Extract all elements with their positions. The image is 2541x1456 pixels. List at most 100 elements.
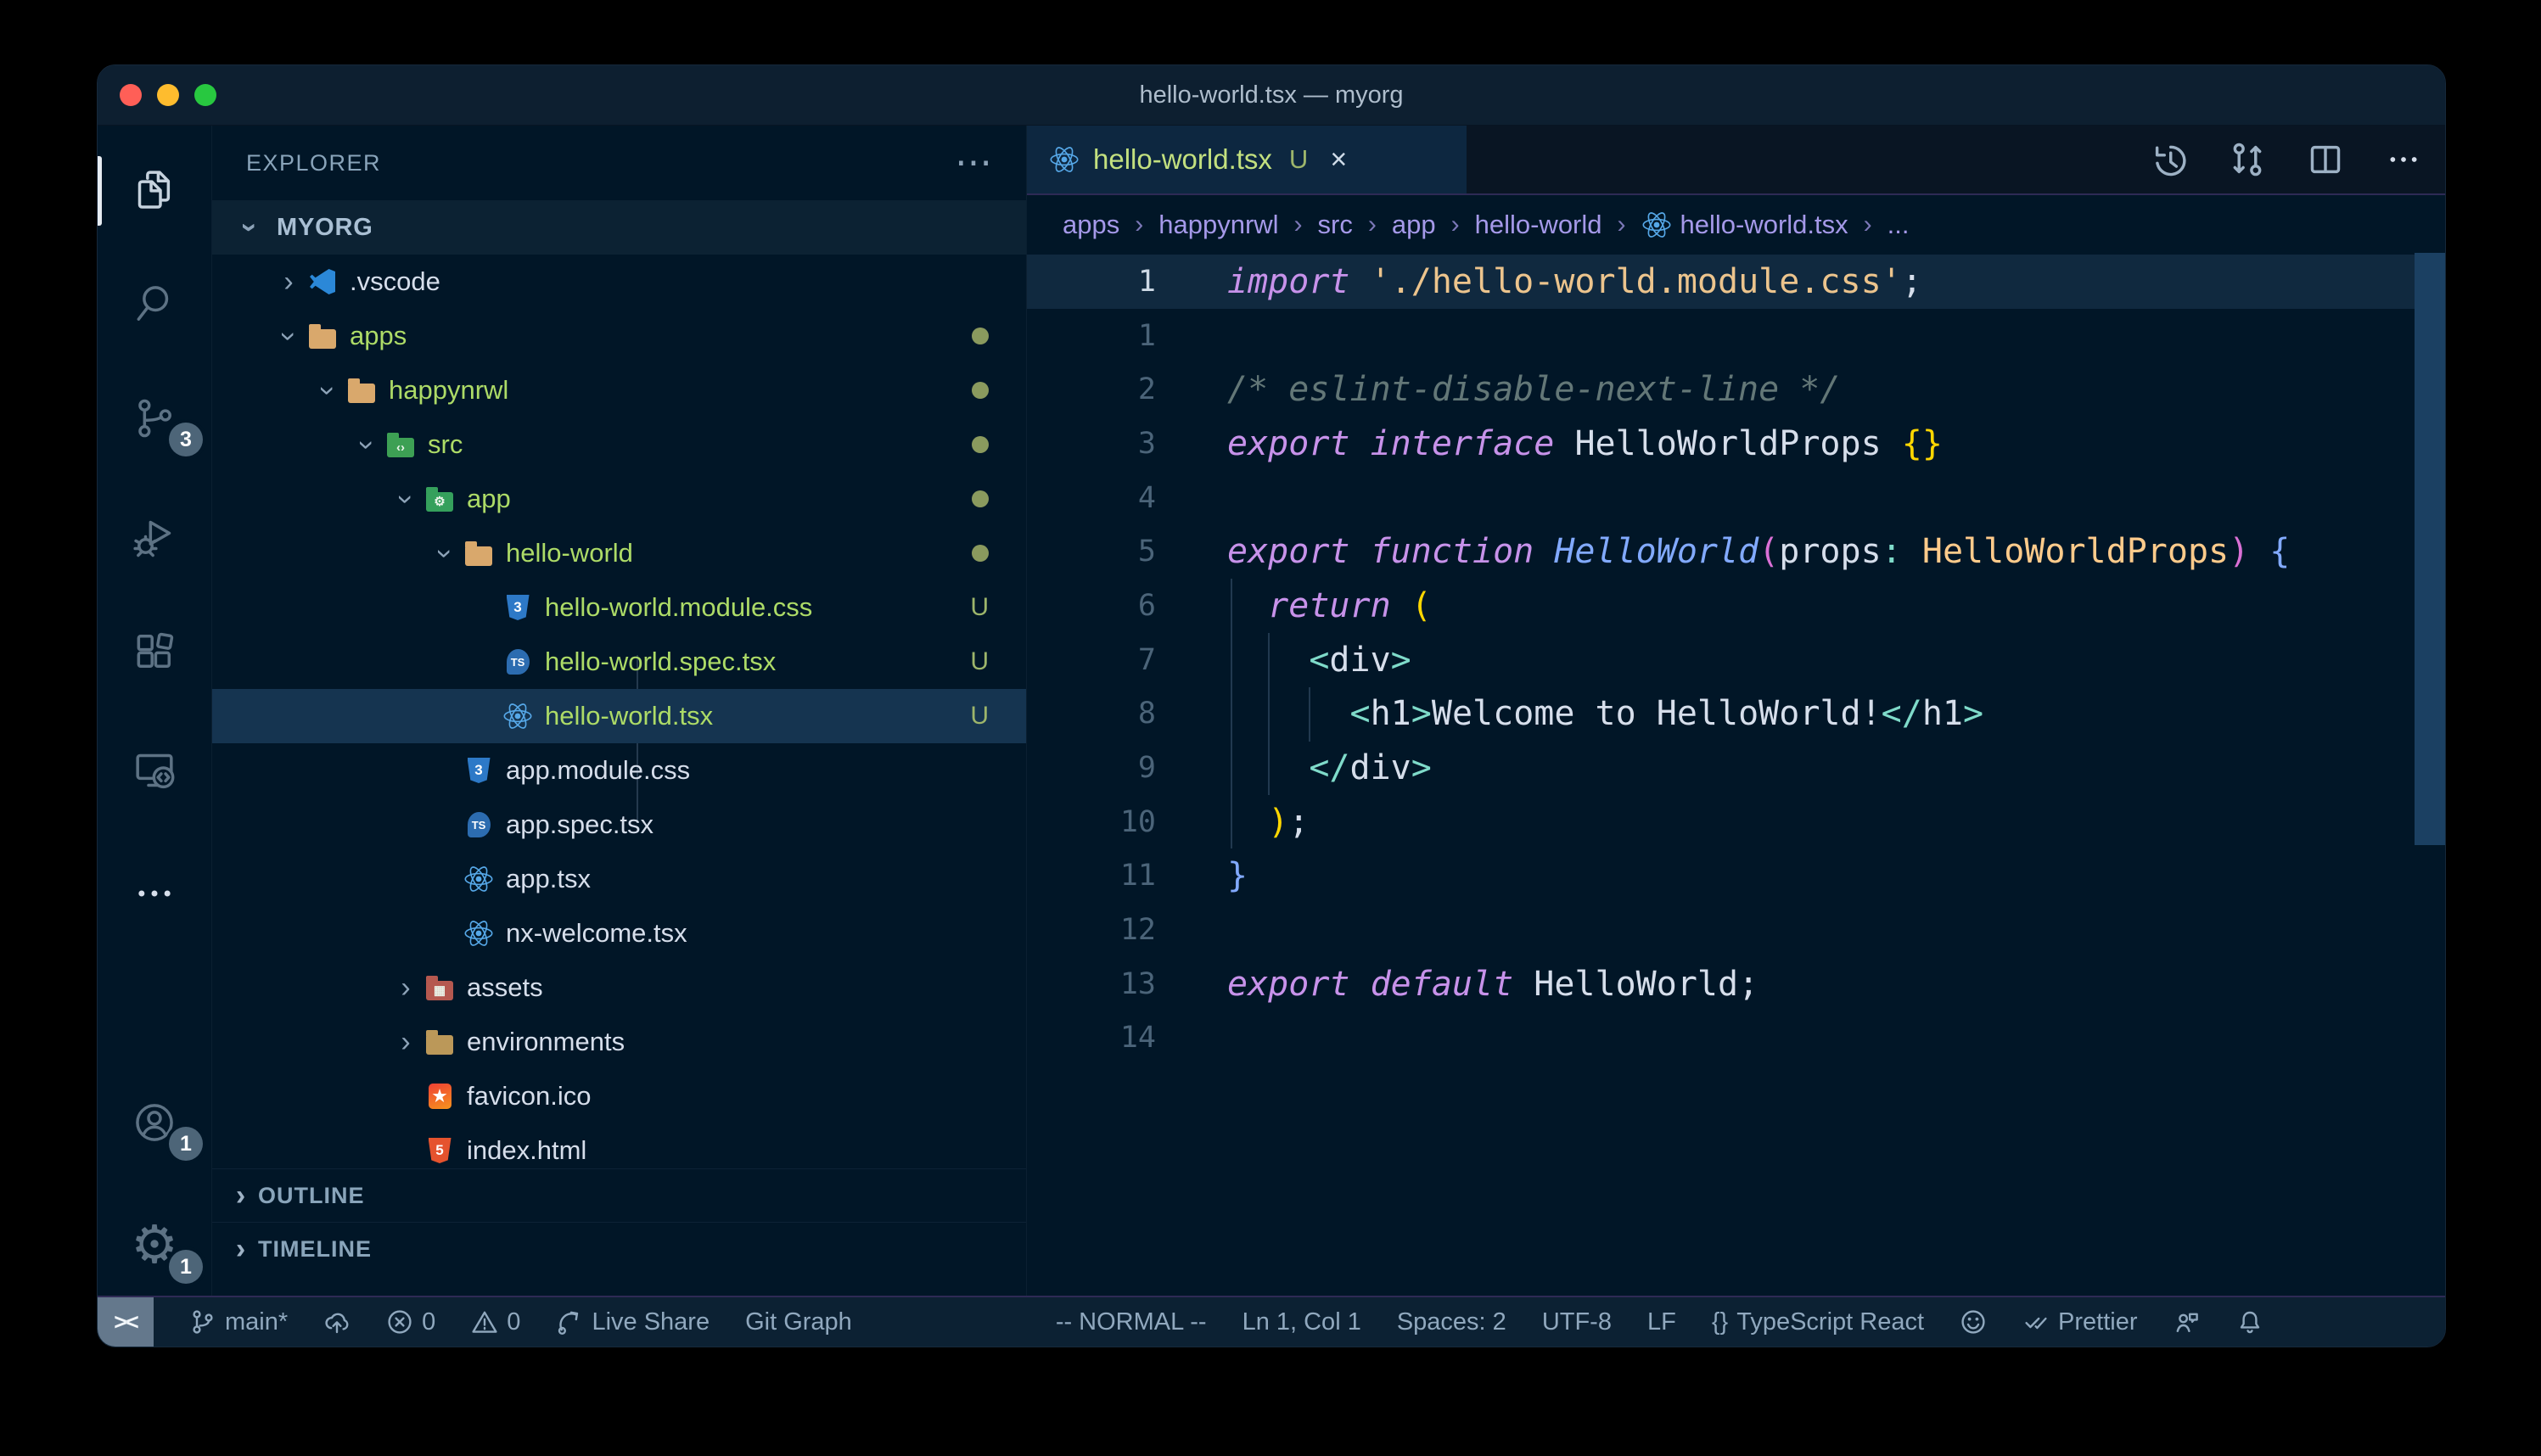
code-token: ; bbox=[1288, 803, 1309, 842]
code-line[interactable]: 12 bbox=[1027, 903, 2445, 957]
tree-item-environments[interactable]: ›environments bbox=[212, 1015, 1026, 1069]
status-contacts[interactable] bbox=[2174, 1308, 2201, 1336]
chevron-down-icon[interactable]: › bbox=[429, 536, 462, 570]
code-line[interactable]: 4 bbox=[1027, 471, 2445, 525]
status-git-graph[interactable]: Git Graph bbox=[745, 1308, 852, 1336]
status-indentation[interactable]: Spaces: 2 bbox=[1397, 1308, 1506, 1336]
activity-settings-icon[interactable]: ⚙1 bbox=[98, 1199, 211, 1292]
activity-more-icon[interactable] bbox=[98, 847, 211, 940]
breadcrumb-item-happynrwl[interactable]: happynrwl bbox=[1158, 210, 1278, 240]
tree-item-nx-welcome-tsx[interactable]: ›nx-welcome.tsx bbox=[212, 906, 1026, 960]
tree-item-label: src bbox=[428, 429, 463, 460]
tree-item-hello-world-module-css[interactable]: ›3hello-world.module.cssU bbox=[212, 580, 1026, 635]
status-warnings[interactable]: 0 bbox=[471, 1308, 520, 1336]
more-actions-icon[interactable] bbox=[2384, 140, 2423, 179]
code-line[interactable]: 6 return ( bbox=[1027, 579, 2445, 633]
activity-remote-explorer-icon[interactable] bbox=[98, 724, 211, 817]
status-git-branch[interactable]: main* bbox=[189, 1308, 288, 1336]
status-vim-mode[interactable]: -- NORMAL -- bbox=[1056, 1308, 1207, 1336]
breadcrumb-label: src bbox=[1318, 210, 1353, 240]
chevron-down-icon[interactable]: › bbox=[233, 210, 266, 244]
chevron-right-icon[interactable]: › bbox=[389, 1026, 423, 1059]
code-line[interactable]: 3export interface HelloWorldProps {} bbox=[1027, 417, 2445, 471]
open-changes-icon[interactable] bbox=[2228, 140, 2267, 179]
tree-item-favicon-ico[interactable]: ›★favicon.ico bbox=[212, 1069, 1026, 1123]
git-untracked-badge: U bbox=[970, 593, 989, 622]
tree-item-hello-world-spec-tsx[interactable]: ›TShello-world.spec.tsxU bbox=[212, 635, 1026, 689]
chevron-right-icon[interactable]: › bbox=[389, 972, 423, 1005]
status-eol[interactable]: LF bbox=[1647, 1308, 1676, 1336]
breadcrumb-item-hello-world-tsx[interactable]: hello-world.tsx bbox=[1641, 210, 1848, 240]
status-errors[interactable]: 0 bbox=[386, 1308, 435, 1336]
chevron-down-icon[interactable]: › bbox=[272, 319, 306, 353]
close-window-button[interactable] bbox=[120, 84, 142, 106]
minimize-window-button[interactable] bbox=[157, 84, 179, 106]
code-line[interactable]: 9 </div> bbox=[1027, 741, 2445, 795]
activity-extensions-icon[interactable] bbox=[98, 605, 211, 698]
code-line[interactable]: 7 <div> bbox=[1027, 633, 2445, 687]
chevron-down-icon[interactable]: › bbox=[311, 373, 345, 407]
status-feedback[interactable] bbox=[1960, 1308, 1987, 1336]
tree-item-app[interactable]: ›⚙app bbox=[212, 472, 1026, 526]
breadcrumb-item-src[interactable]: src bbox=[1318, 210, 1353, 240]
split-editor-icon[interactable] bbox=[2306, 140, 2345, 179]
status-publish[interactable] bbox=[323, 1308, 351, 1336]
code-line[interactable]: 10 ); bbox=[1027, 795, 2445, 849]
status-notifications[interactable] bbox=[2236, 1308, 2263, 1336]
code-line[interactable]: 1 bbox=[1027, 309, 2445, 363]
react-icon bbox=[462, 864, 496, 894]
activity-accounts-icon[interactable]: 1 bbox=[98, 1076, 211, 1169]
code-line[interactable]: 13export default HelloWorld; bbox=[1027, 957, 2445, 1011]
status-encoding[interactable]: UTF-8 bbox=[1542, 1308, 1612, 1336]
breadcrumb-item-apps[interactable]: apps bbox=[1063, 210, 1119, 240]
code-line[interactable]: 5export function HelloWorld(props: Hello… bbox=[1027, 524, 2445, 579]
tree-item-hello-world-tsx[interactable]: ›hello-world.tsxU bbox=[212, 689, 1026, 743]
tree-item-app-tsx[interactable]: ›app.tsx bbox=[212, 852, 1026, 906]
timeline-icon[interactable] bbox=[2150, 140, 2189, 179]
tree-item-src[interactable]: ›‹›src bbox=[212, 417, 1026, 472]
tree-item-myorg[interactable]: ›MYORG bbox=[212, 200, 1026, 255]
code-line[interactable]: 11} bbox=[1027, 849, 2445, 904]
code-token: interface bbox=[1371, 424, 1555, 463]
breadcrumb-item-app[interactable]: app bbox=[1392, 210, 1436, 240]
status-label: Live Share bbox=[592, 1308, 710, 1336]
status-cursor-position[interactable]: Ln 1, Col 1 bbox=[1242, 1308, 1361, 1336]
editor-scrollbar[interactable] bbox=[2415, 253, 2445, 845]
code-token bbox=[1227, 694, 1350, 733]
outline-section[interactable]: › OUTLINE bbox=[212, 1168, 1026, 1222]
activity-search-icon[interactable] bbox=[98, 257, 211, 350]
code-line[interactable]: 2/* eslint-disable-next-line */ bbox=[1027, 362, 2445, 417]
code-line[interactable]: 1import './hello-world.module.css'; bbox=[1027, 255, 2445, 309]
remote-indicator[interactable]: >< bbox=[98, 1297, 154, 1347]
code-editor[interactable]: 1import './hello-world.module.css';12/* … bbox=[1027, 255, 2445, 1296]
tree-item-apps[interactable]: ›apps bbox=[212, 309, 1026, 363]
tree-item-label: happynrwl bbox=[389, 375, 508, 406]
code-token: return bbox=[1268, 586, 1391, 625]
cloud-upload-icon bbox=[323, 1308, 351, 1336]
timeline-section[interactable]: › TIMELINE bbox=[212, 1222, 1026, 1275]
tree-item-hello-world[interactable]: ›hello-world bbox=[212, 526, 1026, 580]
tree-item-app-module-css[interactable]: ›3app.module.css bbox=[212, 743, 1026, 798]
close-tab-icon[interactable]: × bbox=[1330, 143, 1347, 176]
chevron-down-icon[interactable]: › bbox=[390, 482, 423, 516]
status-language-mode[interactable]: {}TypeScript React bbox=[1712, 1308, 1924, 1336]
activity-source-control-icon[interactable]: 3 bbox=[98, 372, 211, 465]
maximize-window-button[interactable] bbox=[194, 84, 216, 106]
tab-hello-world-tsx[interactable]: hello-world.tsx U × bbox=[1027, 126, 1467, 193]
tree-item--vscode[interactable]: ›.vscode bbox=[212, 255, 1026, 309]
tree-item-assets[interactable]: ›▦assets bbox=[212, 960, 1026, 1015]
activity-run-debug-icon[interactable] bbox=[98, 490, 211, 584]
tree-item-happynrwl[interactable]: › happynrwl bbox=[212, 363, 1026, 417]
code-line[interactable]: 14 bbox=[1027, 1011, 2445, 1066]
css-icon: 3 bbox=[462, 755, 496, 786]
status-prettier[interactable]: Prettier bbox=[2022, 1308, 2137, 1336]
chevron-down-icon[interactable]: › bbox=[351, 428, 384, 462]
status-live-share[interactable]: Live Share bbox=[556, 1308, 710, 1336]
breadcrumb-item--[interactable]: ... bbox=[1888, 210, 1910, 240]
breadcrumb-item-hello-world[interactable]: hello-world bbox=[1475, 210, 1602, 240]
titlebar[interactable]: hello-world.tsx — myorg bbox=[98, 65, 2445, 126]
activity-explorer-icon[interactable] bbox=[98, 143, 211, 236]
code-line[interactable]: 8 <h1>Welcome to HelloWorld!</h1> bbox=[1027, 687, 2445, 742]
tree-item-app-spec-tsx[interactable]: ›TSapp.spec.tsx bbox=[212, 798, 1026, 852]
chevron-right-icon[interactable]: › bbox=[272, 266, 306, 299]
